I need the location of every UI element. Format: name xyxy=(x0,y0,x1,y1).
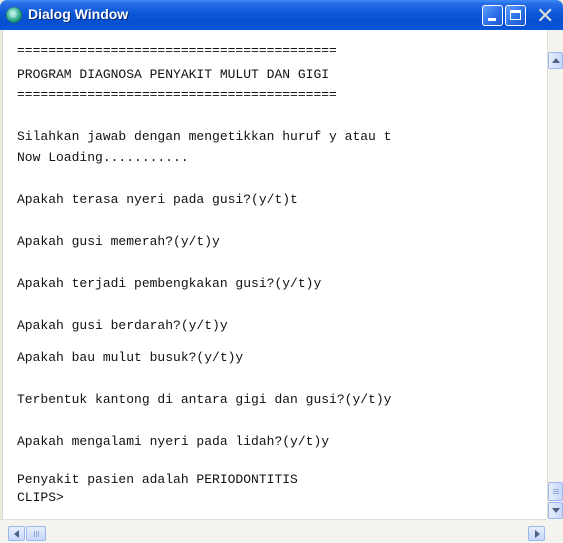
program-heading: PROGRAM DIAGNOSA PENYAKIT MULUT DAN GIGI xyxy=(17,67,330,82)
maximize-button[interactable] xyxy=(505,5,526,26)
minimize-icon xyxy=(488,18,496,21)
grip-icon xyxy=(36,531,37,537)
grip-icon xyxy=(553,489,559,490)
grip-icon xyxy=(553,493,559,494)
scroll-up-button[interactable] xyxy=(548,52,563,69)
scroll-right-arrow-icon xyxy=(535,530,540,538)
console-output[interactable]: ========================================… xyxy=(2,30,548,519)
separator-line: ========================================… xyxy=(17,43,337,58)
close-button[interactable]: ✕ xyxy=(529,4,559,29)
title-bar[interactable]: Dialog Window ✕ xyxy=(0,0,563,30)
maximize-icon xyxy=(510,10,521,20)
scroll-down-button[interactable] xyxy=(548,502,563,519)
question-line: Apakah terjadi pembengkakan gusi?(y/t)y xyxy=(17,276,322,291)
separator-line: ========================================… xyxy=(17,87,337,102)
question-line: Apakah mengalami nyeri pada lidah?(y/t)y xyxy=(17,434,330,449)
instruction-line: Silahkan jawab dengan mengetikkan huruf … xyxy=(17,129,392,144)
question-line: Terbentuk kantong di antara gigi dan gus… xyxy=(17,392,392,407)
horizontal-scroll-thumb[interactable] xyxy=(26,526,46,541)
resize-corner[interactable] xyxy=(547,519,563,543)
horizontal-scrollbar[interactable] xyxy=(0,519,547,543)
scroll-up-arrow-icon xyxy=(552,58,560,63)
question-line: Apakah terasa nyeri pada gusi?(y/t)t xyxy=(17,192,298,207)
minimize-button[interactable] xyxy=(482,5,503,26)
grip-icon xyxy=(38,531,39,537)
vertical-scrollbar[interactable] xyxy=(547,30,563,519)
app-icon[interactable] xyxy=(6,7,22,23)
scroll-left-button[interactable] xyxy=(8,526,25,541)
scroll-right-button[interactable] xyxy=(528,526,545,541)
diagnosis-result: Penyakit pasien adalah PERIODONTITIS xyxy=(17,472,298,487)
window-title: Dialog Window xyxy=(28,6,129,22)
question-line: Apakah bau mulut busuk?(y/t)y xyxy=(17,350,244,365)
grip-icon xyxy=(34,531,35,537)
scroll-left-arrow-icon xyxy=(14,530,19,538)
scroll-down-arrow-icon xyxy=(552,508,560,513)
grip-icon xyxy=(553,491,559,492)
question-line: Apakah gusi memerah?(y/t)y xyxy=(17,234,220,249)
dialog-window: Dialog Window ✕ ========================… xyxy=(0,0,563,543)
question-line: Apakah gusi berdarah?(y/t)y xyxy=(17,318,228,333)
vertical-scroll-thumb[interactable] xyxy=(548,482,563,501)
close-icon: ✕ xyxy=(536,4,555,29)
clips-prompt[interactable]: CLIPS> xyxy=(17,491,64,505)
loading-line: Now Loading........... xyxy=(17,150,189,165)
